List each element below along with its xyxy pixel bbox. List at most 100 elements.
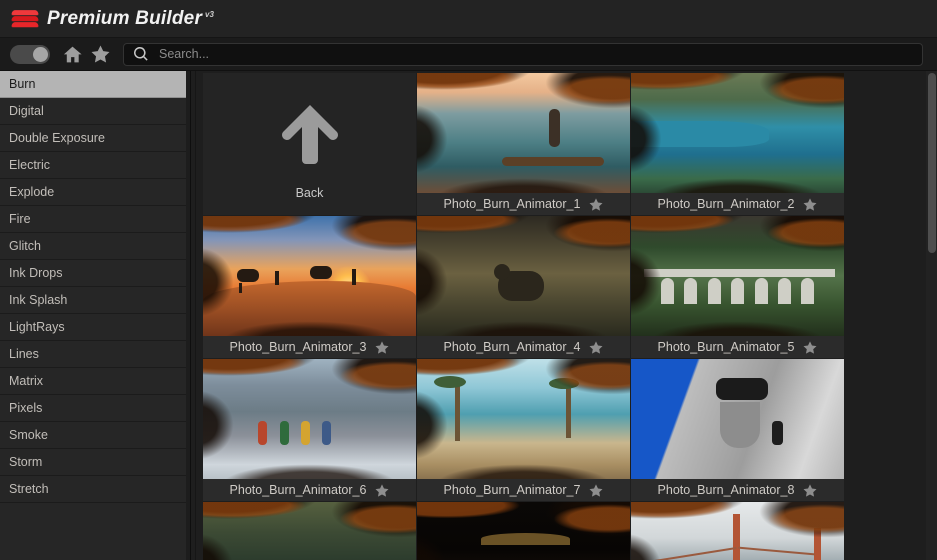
back-tile-label: Back	[295, 185, 324, 200]
asset-label: Photo_Burn_Animator_3	[229, 340, 367, 354]
star-icon[interactable]	[589, 340, 603, 354]
scrollbar-thumb[interactable]	[928, 73, 936, 253]
app-header: Premium Builder v3	[0, 0, 937, 38]
arrow-up-icon	[280, 103, 340, 170]
sidebar-item-ink-drops[interactable]: Ink Drops	[0, 260, 190, 287]
asset-caption: Photo_Burn_Animator_5	[631, 336, 844, 358]
search-icon	[134, 47, 148, 61]
sidebar-item-glitch[interactable]: Glitch	[0, 233, 190, 260]
asset-caption: Photo_Burn_Animator_8	[631, 479, 844, 501]
content-scrollbar[interactable]	[926, 71, 937, 560]
sidebar-item-burn[interactable]: Burn	[0, 71, 190, 98]
sidebar-item-label: Digital	[9, 104, 44, 118]
sidebar-item-explode[interactable]: Explode	[0, 179, 190, 206]
sidebar-item-label: Ink Drops	[9, 266, 63, 280]
star-icon[interactable]	[589, 197, 603, 211]
asset-thumbnail	[417, 359, 630, 479]
sidebar-item-label: Glitch	[9, 239, 41, 253]
asset-tile[interactable]: Photo_Burn_Animator_3	[203, 216, 416, 358]
asset-tile[interactable]	[631, 502, 844, 560]
asset-tile[interactable]	[417, 502, 630, 560]
asset-tile[interactable]: Photo_Burn_Animator_4	[417, 216, 630, 358]
asset-label: Photo_Burn_Animator_2	[657, 197, 795, 211]
sidebar-item-matrix[interactable]: Matrix	[0, 368, 190, 395]
sidebar-item-label: Ink Splash	[9, 293, 68, 307]
sidebar-item-label: Stretch	[9, 482, 49, 496]
asset-thumbnail	[203, 359, 416, 479]
star-icon[interactable]	[589, 483, 603, 497]
asset-thumbnail	[417, 216, 630, 336]
asset-caption: Photo_Burn_Animator_1	[417, 193, 630, 215]
sidebar-item-label: Burn	[9, 77, 36, 91]
sidebar-item-stretch[interactable]: Stretch	[0, 476, 190, 503]
asset-thumbnail	[203, 216, 416, 336]
asset-label: Photo_Burn_Animator_4	[443, 340, 581, 354]
asset-caption: Photo_Burn_Animator_3	[203, 336, 416, 358]
page-title: Premium Builder v3	[47, 8, 214, 30]
sidebar-scrollbar[interactable]	[186, 71, 190, 560]
sidebar-item-digital[interactable]: Digital	[0, 98, 190, 125]
favorites-toggle[interactable]	[10, 44, 50, 64]
sidebar-item-lightrays[interactable]: LightRays	[0, 314, 190, 341]
asset-caption: Photo_Burn_Animator_7	[417, 479, 630, 501]
asset-grid: Back Photo_Burn_Animator_1 Photo_Burn_An…	[196, 71, 937, 560]
sidebar-item-label: Electric	[9, 158, 50, 172]
sidebar-item-ink-splash[interactable]: Ink Splash	[0, 287, 190, 314]
search-input[interactable]	[159, 47, 912, 61]
sidebar-item-label: Double Exposure	[9, 131, 105, 145]
asset-label: Photo_Burn_Animator_1	[443, 197, 581, 211]
star-icon[interactable]	[803, 340, 817, 354]
asset-thumbnail	[631, 502, 844, 560]
asset-tile[interactable]	[203, 502, 416, 560]
search-bar[interactable]	[123, 42, 923, 66]
sidebar-item-smoke[interactable]: Smoke	[0, 422, 190, 449]
asset-thumbnail	[417, 73, 630, 193]
asset-thumbnail	[417, 502, 630, 560]
sidebar-item-label: Explode	[9, 185, 55, 199]
asset-thumbnail	[203, 502, 416, 560]
asset-label: Photo_Burn_Animator_7	[443, 483, 581, 497]
asset-thumbnail	[631, 359, 844, 479]
asset-tile[interactable]: Photo_Burn_Animator_7	[417, 359, 630, 501]
asset-caption: Photo_Burn_Animator_2	[631, 193, 844, 215]
sidebar-item-fire[interactable]: Fire	[0, 206, 190, 233]
sidebar-item-lines[interactable]: Lines	[0, 341, 190, 368]
sidebar-item-electric[interactable]: Electric	[0, 152, 190, 179]
sidebar-item-label: Pixels	[9, 401, 43, 415]
asset-tile-selected[interactable]: Photo_Burn_Animator_8	[631, 359, 844, 501]
category-sidebar: Burn Digital Double Exposure Electric Ex…	[0, 71, 191, 560]
sidebar-item-label: LightRays	[9, 320, 65, 334]
asset-label: Photo_Burn_Animator_5	[657, 340, 795, 354]
main-body: Burn Digital Double Exposure Electric Ex…	[0, 71, 937, 560]
asset-thumbnail	[631, 73, 844, 193]
toolbar	[0, 38, 937, 71]
asset-tile[interactable]: Photo_Burn_Animator_6	[203, 359, 416, 501]
layers-stack-icon	[10, 7, 40, 31]
asset-tile[interactable]: Photo_Burn_Animator_5	[631, 216, 844, 358]
star-icon[interactable]	[803, 483, 817, 497]
sidebar-item-label: Storm	[9, 455, 43, 469]
star-icon[interactable]	[375, 483, 389, 497]
asset-tile[interactable]: Photo_Burn_Animator_2	[631, 73, 844, 215]
star-icon[interactable]	[803, 197, 817, 211]
app-window: Premium Builderv3 Burn Digital Double Ex…	[0, 0, 937, 560]
asset-thumbnail	[631, 216, 844, 336]
home-icon[interactable]	[58, 40, 86, 68]
app-version-label: v3	[205, 10, 214, 20]
asset-caption: Photo_Burn_Animator_4	[417, 336, 630, 358]
sidebar-item-label: Matrix	[9, 374, 44, 388]
sidebar-item-label: Fire	[9, 212, 31, 226]
sidebar-item-storm[interactable]: Storm	[0, 449, 190, 476]
back-tile[interactable]: Back	[203, 73, 416, 215]
asset-grid-panel: Back Photo_Burn_Animator_1 Photo_Burn_An…	[196, 71, 937, 560]
app-title-text: Premium Builder	[47, 7, 203, 29]
sidebar-item-double-exposure[interactable]: Double Exposure	[0, 125, 190, 152]
star-icon[interactable]	[375, 340, 389, 354]
sidebar-item-pixels[interactable]: Pixels	[0, 395, 190, 422]
toggle-knob	[33, 46, 48, 62]
sidebar-item-label: Smoke	[9, 428, 48, 442]
asset-label: Photo_Burn_Animator_6	[229, 483, 367, 497]
star-icon[interactable]	[86, 40, 114, 68]
asset-label: Photo_Burn_Animator_8	[657, 483, 795, 497]
asset-tile[interactable]: Photo_Burn_Animator_1	[417, 73, 630, 215]
